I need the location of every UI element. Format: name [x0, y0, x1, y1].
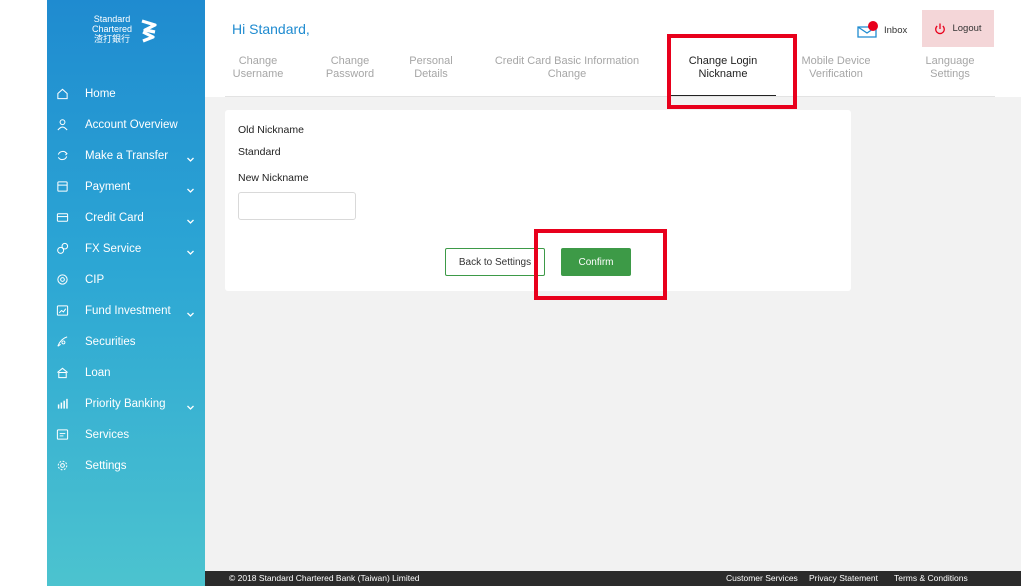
tab-label-line2: Nickname — [698, 68, 748, 80]
fx-icon — [55, 242, 69, 256]
sidebar-item-cip[interactable]: CIP — [47, 264, 205, 295]
sidebar-item-label: Loan — [85, 366, 111, 379]
logo-text: Standard Chartered 渣打銀行 — [86, 14, 138, 44]
sidebar-item-label: Services — [85, 428, 130, 441]
chevron-down-icon[interactable] — [186, 213, 195, 224]
logo-line2: Chartered — [91, 24, 133, 34]
chevron-down-icon[interactable] — [186, 182, 195, 193]
tab-personal-details[interactable]: Personal Details — [401, 55, 461, 95]
fund-icon — [55, 304, 69, 318]
sidebar-item-fund-investment[interactable]: Fund Investment — [47, 295, 205, 326]
inbox-label: Inbox — [884, 24, 908, 36]
footer-privacy-link[interactable]: Privacy Statement — [809, 573, 878, 583]
sidebar-item-label: Make a Transfer — [85, 149, 169, 162]
gear-icon — [55, 459, 69, 473]
sidebar-item-priority-banking[interactable]: Priority Banking — [47, 388, 205, 419]
footer: © 2018 Standard Chartered Bank (Taiwan) … — [205, 571, 1021, 586]
tab-language-settings[interactable]: Language Settings — [905, 55, 995, 95]
inbox-button[interactable]: Inbox — [856, 21, 907, 39]
tab-credit-card-basic-information-change[interactable]: Credit Card Basic Information Change — [485, 55, 649, 95]
logo-line1: Standard — [93, 14, 131, 24]
loan-icon — [55, 366, 69, 380]
sidebar-item-label: Account Overview — [85, 118, 178, 131]
tab-change-login-nickname[interactable]: Change Login Nickname — [670, 55, 776, 97]
tab-label-line1: Personal — [409, 55, 453, 67]
new-nickname-input[interactable] — [238, 192, 356, 220]
user-icon — [55, 118, 69, 132]
old-nickname-value: Standard — [238, 146, 281, 158]
logout-label: Logout — [952, 23, 982, 34]
securities-icon — [55, 335, 69, 349]
tab-label-line2: Password — [325, 68, 375, 80]
sidebar-item-services[interactable]: Services — [47, 419, 205, 450]
footer-copyright: © 2018 Standard Chartered Bank (Taiwan) … — [229, 573, 420, 583]
sidebar-item-label: Payment — [85, 180, 131, 193]
sidebar-item-credit-card[interactable]: Credit Card — [47, 202, 205, 233]
cip-icon — [55, 273, 69, 287]
tab-label-line2: Settings — [930, 68, 970, 80]
sidebar-item-label: FX Service — [85, 242, 142, 255]
home-icon — [55, 87, 69, 101]
logo[interactable]: Standard Chartered 渣打銀行 — [86, 14, 166, 48]
sidebar-item-label: Credit Card — [85, 211, 144, 224]
sidebar: Standard Chartered 渣打銀行 Home Account Over… — [47, 0, 205, 586]
logout-button[interactable]: Logout — [922, 10, 994, 47]
tab-label-line2: Username — [232, 68, 284, 80]
confirm-button[interactable]: Confirm — [561, 248, 631, 276]
sidebar-item-settings[interactable]: Settings — [47, 450, 205, 481]
back-to-settings-button[interactable]: Back to Settings — [445, 248, 545, 276]
sidebar-item-label: Home — [85, 87, 116, 100]
transfer-icon — [55, 149, 69, 163]
footer-terms-link[interactable]: Terms & Conditions — [894, 573, 968, 583]
settings-tabs: Change Username Change Password Personal Deta… — [225, 55, 995, 97]
sidebar-item-label: Fund Investment — [85, 304, 171, 317]
tab-mobile-device-verification[interactable]: Mobile Device Verification — [791, 55, 881, 95]
sidebar-item-securities[interactable]: Securities — [47, 326, 205, 357]
sidebar-item-label: Settings — [85, 459, 127, 472]
tab-label-line1: Language — [925, 55, 975, 67]
chevron-down-icon[interactable] — [186, 244, 195, 255]
tab-change-username[interactable]: Change Username — [225, 55, 291, 95]
tab-label-line1: Change — [330, 55, 370, 67]
chevron-down-icon[interactable] — [186, 306, 195, 317]
sidebar-item-label: Securities — [85, 335, 136, 348]
chevron-down-icon[interactable] — [186, 151, 195, 162]
services-icon — [55, 428, 69, 442]
sidebar-item-account-overview[interactable]: Account Overview — [47, 109, 205, 140]
tab-label-line1: Change Login — [688, 55, 758, 67]
sidebar-item-label: Priority Banking — [85, 397, 166, 410]
greeting: Hi Standard, — [232, 21, 310, 37]
sidebar-item-make-a-transfer[interactable]: Make a Transfer — [47, 140, 205, 171]
tab-label-line2: Verification — [809, 68, 863, 80]
priority-banking-icon — [55, 397, 69, 411]
new-nickname-label: New Nickname — [238, 172, 309, 184]
credit-card-icon — [55, 211, 69, 225]
tab-change-password[interactable]: Change Password — [317, 55, 383, 95]
old-nickname-label: Old Nickname — [238, 124, 304, 136]
tab-label-line2: Details — [414, 68, 448, 80]
tab-label-line1: Credit Card Basic Information — [494, 55, 640, 67]
sidebar-item-loan[interactable]: Loan — [47, 357, 205, 388]
sidebar-item-home[interactable]: Home — [47, 78, 205, 109]
sidebar-item-payment[interactable]: Payment — [47, 171, 205, 202]
tab-label-line2: Change — [547, 68, 587, 80]
logo-line3: 渣打銀行 — [93, 34, 130, 44]
sidebar-item-fx-service[interactable]: FX Service — [47, 233, 205, 264]
sidebar-nav: Home Account Overview Make a Transfer Payme… — [47, 78, 205, 481]
chevron-down-icon[interactable] — [186, 399, 195, 410]
logo-mark-icon — [141, 19, 157, 43]
footer-customer-services-link[interactable]: Customer Services — [726, 573, 798, 583]
sidebar-item-label: CIP — [85, 273, 105, 286]
tab-label-line1: Mobile Device — [801, 55, 871, 67]
envelope-icon — [857, 21, 878, 38]
tab-label-line1: Change — [238, 55, 278, 67]
app-root: Standard Chartered 渣打銀行 Home Account Over… — [0, 0, 1021, 586]
power-icon — [935, 23, 946, 34]
payment-icon — [55, 180, 69, 194]
